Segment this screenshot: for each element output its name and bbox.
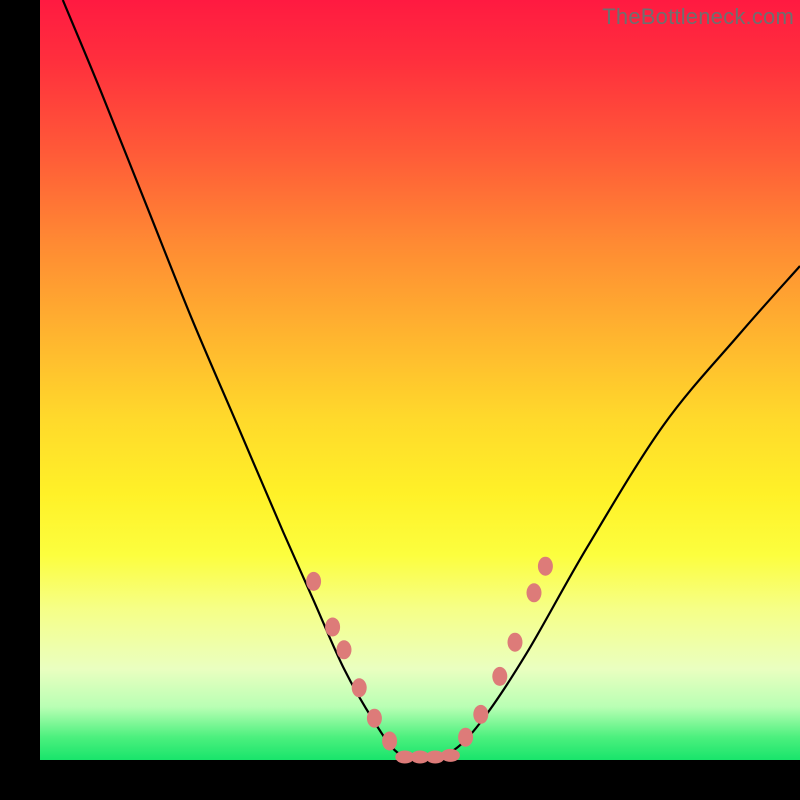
highlight-dot xyxy=(382,732,397,751)
plot-area: TheBottleneck.com xyxy=(40,0,800,760)
highlight-dot xyxy=(352,678,367,697)
frame: TheBottleneck.com xyxy=(0,0,800,800)
highlight-dot xyxy=(458,728,473,747)
highlight-dot xyxy=(441,749,460,762)
highlight-dot xyxy=(325,618,340,637)
highlight-dot xyxy=(508,633,523,652)
chart-svg xyxy=(40,0,800,760)
highlight-dot xyxy=(473,705,488,724)
highlight-dots xyxy=(306,557,553,764)
highlight-dot xyxy=(527,583,542,602)
highlight-dot xyxy=(367,709,382,728)
bottleneck-curve xyxy=(63,0,800,760)
highlight-dot xyxy=(538,557,553,576)
highlight-dot xyxy=(306,572,321,591)
highlight-dot xyxy=(337,640,352,659)
highlight-dot xyxy=(492,667,507,686)
